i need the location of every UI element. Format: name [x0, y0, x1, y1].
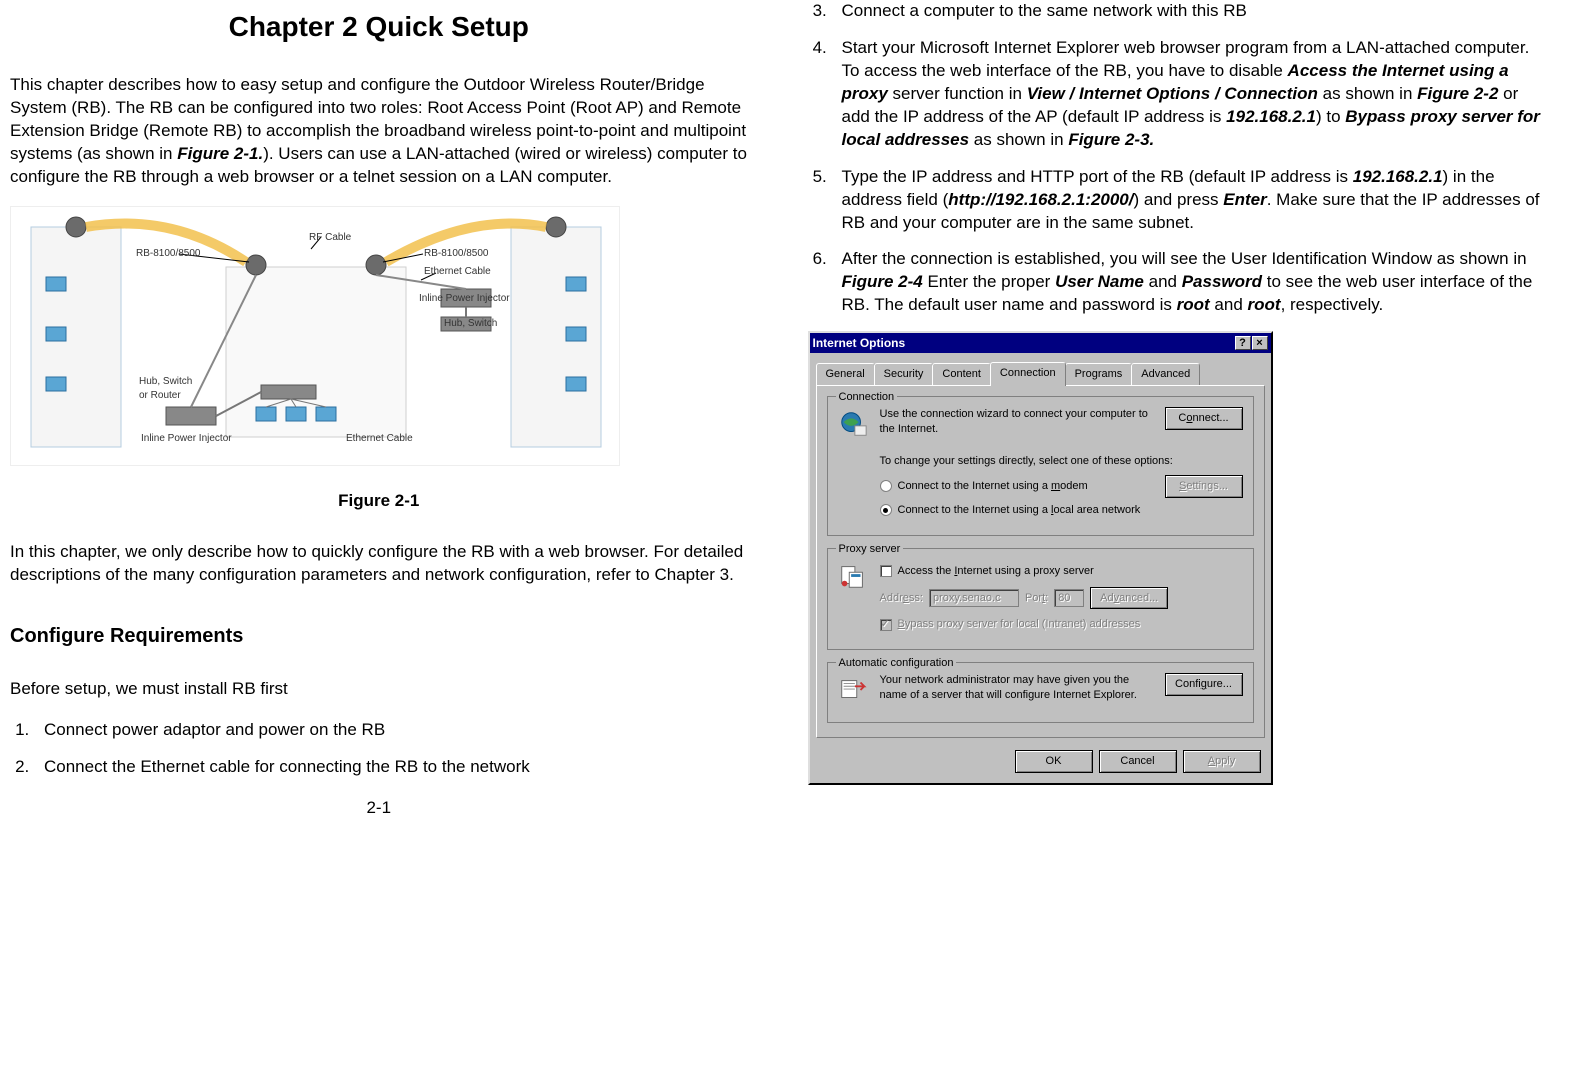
tab-programs[interactable]: Programs [1065, 363, 1133, 385]
requirements-heading: Configure Requirements [10, 623, 748, 650]
auto-config-icon [838, 675, 868, 705]
auto-config-text: Your network administrator may have give… [880, 673, 1153, 703]
radio-modem-label: Connect to the Internet using a modem [898, 479, 1088, 494]
steps-list-3-6: Connect a computer to the same network w… [808, 0, 1546, 317]
dialog-footer: OK Cancel Apply [810, 744, 1271, 783]
help-icon[interactable]: ? [1235, 336, 1251, 350]
change-settings-text: To change your settings directly, select… [880, 454, 1243, 469]
diagram-label-rb-left: RB-8100/8500 [136, 247, 201, 261]
tab-advanced[interactable]: Advanced [1131, 363, 1200, 385]
tab-security[interactable]: Security [874, 363, 934, 385]
globe-wizard-icon [838, 409, 868, 439]
diagram-label-inline-power-bottom: Inline Power Injector [141, 432, 232, 446]
radio-modem[interactable] [880, 480, 892, 492]
step-6: After the connection is established, you… [832, 248, 1546, 317]
diagram-label-rf-cable: RF Cable [309, 231, 351, 245]
diagram-label-hub-switch-bottom: Hub, Switch or Router [139, 375, 192, 402]
dialog-title: Internet Options [813, 335, 906, 351]
address-field: proxy.senao.c [929, 589, 1019, 607]
step-5: Type the IP address and HTTP port of the… [832, 166, 1546, 235]
diagram-label-inline-power-top: Inline Power Injector [419, 292, 510, 306]
tab-panel-connection: Connection Use the connection wizard to … [816, 385, 1265, 738]
advanced-button: Advanced... [1090, 587, 1168, 610]
tab-content[interactable]: Content [932, 363, 991, 385]
page-number: 2-1 [10, 797, 748, 820]
intro-paragraph: This chapter describes how to easy setup… [10, 74, 748, 189]
address-label: Address: [880, 591, 923, 606]
group-proxy: Proxy server [827, 548, 1254, 651]
chapter-title: Chapter 2 Quick Setup [10, 8, 748, 46]
diagram-label-ethernet-bottom: Ethernet Cable [346, 432, 413, 446]
tab-general[interactable]: General [816, 363, 875, 385]
group-auto: Automatic configuration Your network adm… [827, 662, 1254, 723]
step-2: Connect the Ethernet cable for connectin… [34, 756, 748, 779]
wizard-text: Use the connection wizard to connect you… [880, 407, 1153, 437]
apply-button: Apply [1183, 750, 1261, 773]
before-setup-text: Before setup, we must install RB first [10, 678, 748, 701]
connect-button[interactable]: Connect... [1165, 407, 1243, 430]
steps-list-1-2: Connect power adaptor and power on the R… [10, 719, 748, 779]
figure-caption: Figure 2-1 [10, 490, 748, 513]
step-3: Connect a computer to the same network w… [832, 0, 1546, 23]
checkbox-proxy[interactable] [880, 565, 892, 577]
step-1: Connect power adaptor and power on the R… [34, 719, 748, 742]
group-connection: Connection Use the connection wizard to … [827, 396, 1254, 535]
diagram-label-ethernet-top: Ethernet Cable [424, 265, 491, 279]
group-connection-legend: Connection [836, 390, 898, 405]
ok-button[interactable]: OK [1015, 750, 1093, 773]
dialog-titlebar[interactable]: Internet Options ? × [810, 333, 1271, 353]
radio-lan[interactable] [880, 504, 892, 516]
group-proxy-legend: Proxy server [836, 542, 904, 557]
checkbox-bypass-label: Bypass proxy server for local (Intranet)… [898, 617, 1141, 632]
proxy-icon [838, 561, 868, 591]
tab-connection[interactable]: Connection [990, 362, 1066, 386]
network-diagram: RB-8100/8500 RF Cable RB-8100/8500 Ether… [10, 206, 620, 466]
settings-button: Settings... [1165, 475, 1243, 498]
port-label: Port: [1025, 591, 1048, 606]
radio-lan-label: Connect to the Internet using a local ar… [898, 503, 1141, 518]
diagram-label-rb-right: RB-8100/8500 [424, 247, 489, 261]
checkbox-bypass [880, 619, 892, 631]
group-auto-legend: Automatic configuration [836, 656, 957, 671]
checkbox-proxy-label: Access the Internet using a proxy server [898, 564, 1094, 579]
mid-paragraph: In this chapter, we only describe how to… [10, 541, 748, 587]
port-field: 80 [1054, 589, 1084, 607]
internet-options-dialog: Internet Options ? × General Security Co… [808, 331, 1273, 785]
cancel-button[interactable]: Cancel [1099, 750, 1177, 773]
step-4: Start your Microsoft Internet Explorer w… [832, 37, 1546, 152]
configure-button[interactable]: Configure... [1165, 673, 1243, 696]
close-icon[interactable]: × [1252, 336, 1268, 350]
diagram-label-hub-switch-top: Hub, Switch [444, 317, 497, 331]
dialog-tabs: General Security Content Connection Prog… [816, 361, 1265, 385]
